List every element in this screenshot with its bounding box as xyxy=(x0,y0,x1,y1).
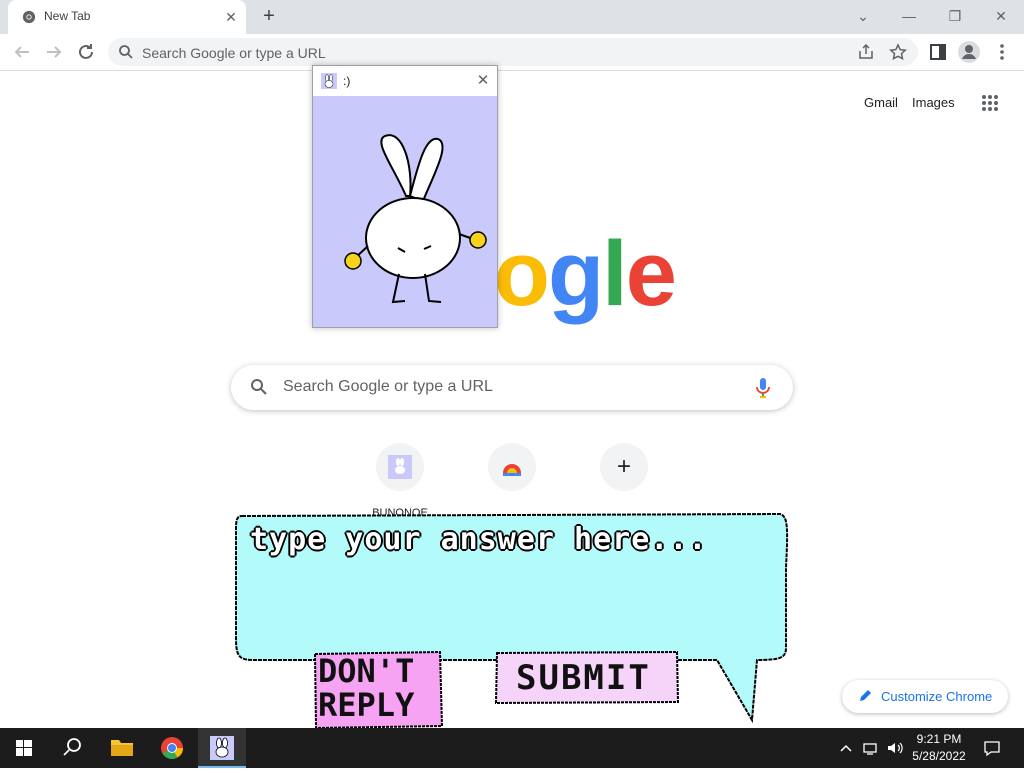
share-icon[interactable] xyxy=(856,42,876,62)
logo-letter: g xyxy=(547,223,604,325)
dont-reply-button[interactable]: DON'T REPLY xyxy=(312,650,444,730)
bunny-popup-window[interactable]: :) ✕ xyxy=(312,65,498,328)
file-explorer-taskbar-button[interactable] xyxy=(98,728,146,768)
submit-label: SUBMIT xyxy=(516,658,651,698)
taskbar-search-button[interactable] xyxy=(48,728,96,768)
tab-new-tab[interactable]: New Tab ✕ xyxy=(8,0,246,34)
gmail-link[interactable]: Gmail xyxy=(864,95,898,110)
network-icon[interactable] xyxy=(862,738,880,758)
bunny-app-icon xyxy=(210,736,234,760)
bunny-illustration xyxy=(344,134,487,304)
reload-icon[interactable] xyxy=(74,40,98,64)
clock-date: 5/28/2022 xyxy=(912,749,966,763)
add-shortcut-icon: + xyxy=(616,453,631,480)
bunny-favicon-icon xyxy=(321,73,337,89)
tab-search-icon[interactable]: ⌄ xyxy=(852,6,874,26)
address-bar-placeholder: Search Google or type a URL xyxy=(142,45,326,61)
tab-close-icon[interactable]: ✕ xyxy=(222,8,240,26)
tray-chevron-up-icon[interactable] xyxy=(838,738,854,758)
customize-chrome-label: Customize Chrome xyxy=(881,689,993,704)
submit-button[interactable]: SUBMIT xyxy=(494,650,680,705)
popup-body xyxy=(313,96,497,327)
notification-icon[interactable] xyxy=(982,738,1002,758)
clock-time: 9:21 PM xyxy=(916,732,962,746)
close-window-button[interactable]: ✕ xyxy=(990,6,1012,26)
pencil-icon xyxy=(860,690,871,701)
logo-letter: o xyxy=(493,223,550,325)
shortcut-tile[interactable] xyxy=(376,443,424,491)
ntp-search-box[interactable]: Search Google or type a URL xyxy=(231,365,793,410)
answer-input[interactable]: type your answer here... xyxy=(250,522,707,557)
voice-search-icon[interactable] xyxy=(755,377,771,399)
folder-icon xyxy=(111,740,133,756)
bookmark-star-icon[interactable] xyxy=(888,42,908,62)
new-tab-button[interactable]: + xyxy=(257,5,281,29)
chrome-favicon-icon xyxy=(503,464,521,476)
shortcut-tile[interactable] xyxy=(488,443,536,491)
address-bar[interactable]: Search Google or type a URL xyxy=(108,38,918,66)
popup-title: :) xyxy=(343,74,351,88)
bunny-favicon-icon xyxy=(388,455,412,479)
restore-button[interactable]: ❐ xyxy=(944,6,966,26)
customize-chrome-button[interactable]: Customize Chrome xyxy=(842,680,1008,713)
logo-letter: l xyxy=(602,223,628,325)
dont-reply-line2: REPLY xyxy=(318,686,415,724)
minimize-button[interactable]: — xyxy=(898,6,920,26)
taskbar-clock[interactable]: 9:21 PM 5/28/2022 xyxy=(902,731,976,765)
menu-kebab-icon[interactable] xyxy=(990,40,1014,64)
dont-reply-line1: DON'T xyxy=(318,652,415,690)
search-icon xyxy=(119,45,133,59)
chrome-favicon-icon xyxy=(22,10,36,24)
start-button[interactable] xyxy=(0,728,48,768)
tab-title: New Tab xyxy=(44,9,91,23)
popup-close-icon[interactable]: ✕ xyxy=(473,71,493,91)
tab-strip: New Tab ✕ + ⌄ — ❐ ✕ xyxy=(0,0,1024,34)
profile-avatar[interactable] xyxy=(957,40,981,64)
windows-logo-icon xyxy=(16,740,32,756)
search-icon xyxy=(63,738,81,756)
bunny-app-taskbar-button[interactable] xyxy=(198,728,246,768)
side-panel-icon[interactable] xyxy=(926,40,950,64)
images-link[interactable]: Images xyxy=(912,95,955,110)
forward-icon[interactable] xyxy=(42,40,66,64)
chrome-icon xyxy=(161,737,183,759)
logo-letter: e xyxy=(625,223,677,325)
back-icon[interactable] xyxy=(10,40,34,64)
search-icon xyxy=(251,379,267,395)
chrome-taskbar-button[interactable] xyxy=(148,728,196,768)
browser-toolbar: Search Google or type a URL xyxy=(0,34,1024,71)
windows-taskbar: 9:21 PM 5/28/2022 xyxy=(0,728,1024,768)
add-shortcut-button[interactable]: + xyxy=(600,443,648,491)
person-icon xyxy=(958,41,980,63)
popup-title-bar[interactable]: :) ✕ xyxy=(313,66,497,96)
google-apps-icon[interactable] xyxy=(981,94,999,112)
ntp-search-placeholder: Search Google or type a URL xyxy=(283,378,493,395)
